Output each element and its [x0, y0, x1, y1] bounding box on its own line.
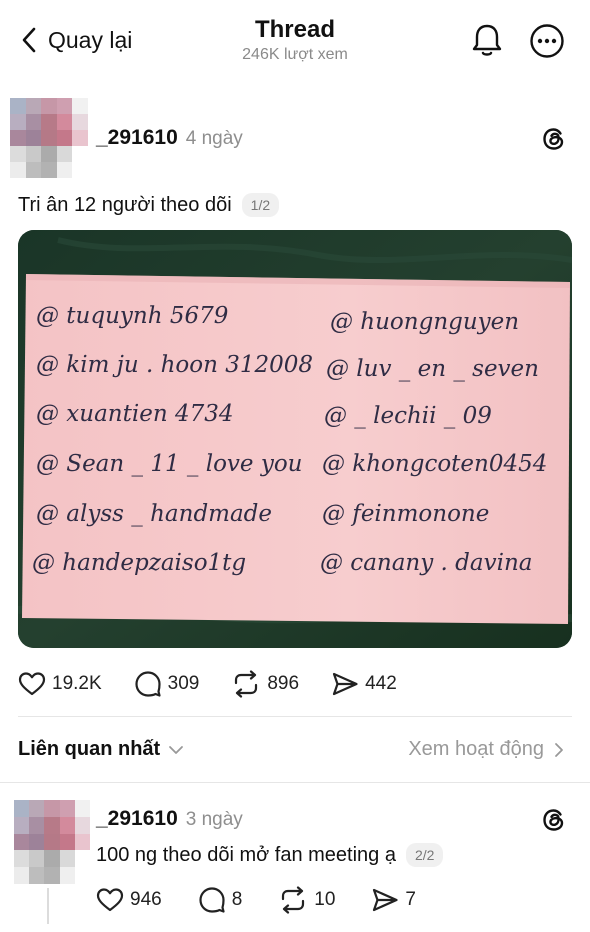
- share-icon: [373, 888, 399, 912]
- reply-body: 100 ng theo dõi mở fan meeting ạ 2/2: [96, 843, 444, 867]
- reply-repost-count: 10: [314, 889, 336, 910]
- heart-icon: [18, 672, 46, 696]
- reply-avatar[interactable]: [14, 800, 90, 884]
- sort-dropdown[interactable]: Liên quan nhất: [18, 738, 184, 761]
- reply-button[interactable]: 309: [134, 670, 200, 698]
- reply-share-count: 7: [405, 889, 416, 910]
- handwritten-note-photo: @ tuquynh 5679 @ kim ju . hoon 312008 @ …: [18, 230, 572, 648]
- comment-icon: [199, 887, 225, 913]
- thread-connector-line: [47, 888, 49, 924]
- reply-text: 100 ng theo dõi mở fan meeting ạ: [96, 843, 396, 866]
- reply-actions: 946 8 10 7: [96, 886, 416, 914]
- handwriting-right-5: @ feinmonone: [322, 501, 489, 527]
- repost-icon: [235, 670, 258, 698]
- handwriting-left-2: @ kim ju . hoon 312008: [36, 352, 313, 378]
- handwriting-left-4: @ Sean _ 11 _ love you: [36, 451, 303, 477]
- comment-icon: [135, 671, 161, 697]
- handwriting-right-1: @ huongnguyen: [330, 309, 519, 335]
- handwriting-left-3: @ xuantien 4734: [36, 401, 234, 427]
- divider: [0, 782, 590, 783]
- reply-page-badge: 2/2: [405, 843, 444, 867]
- bell-icon[interactable]: [470, 22, 504, 58]
- handwriting-right-6: @ canany . davina: [320, 550, 532, 576]
- post-actions: 19.2K 309 896 442: [18, 670, 397, 698]
- chevron-right-icon: [555, 742, 563, 757]
- reply-share-button[interactable]: 7: [371, 887, 416, 913]
- avatar[interactable]: [10, 98, 88, 178]
- sort-label: Liên quan nhất: [18, 738, 161, 760]
- like-count: 19.2K: [52, 673, 102, 694]
- timestamp: 4 ngày: [185, 128, 243, 149]
- top-bar: Quay lại Thread 246K lượt xem: [0, 0, 590, 80]
- handwriting-left-6: @ handepzaiso1tg: [32, 550, 246, 576]
- share-button[interactable]: 442: [331, 671, 397, 697]
- reply-header: _291610 3 ngày: [96, 807, 243, 831]
- view-activity-link[interactable]: Xem hoạt động: [408, 738, 564, 761]
- like-button[interactable]: 19.2K: [18, 671, 102, 697]
- reply-repost-button[interactable]: 10: [278, 886, 335, 914]
- share-count: 442: [365, 673, 397, 694]
- repost-button[interactable]: 896: [231, 670, 299, 698]
- heart-icon: [96, 888, 124, 912]
- handwriting-right-4: @ khongcoten0454: [322, 451, 547, 477]
- reply-count: 309: [167, 673, 200, 694]
- handwriting-left-5: @ alyss _ handmade: [36, 501, 272, 527]
- post-header: _291610 4 ngày: [96, 126, 243, 150]
- handwriting-right-2: @ luv _ en _ seven: [326, 356, 539, 382]
- activity-label: Xem hoạt động: [408, 738, 544, 760]
- reply-comment-count: 8: [231, 889, 243, 910]
- repost-icon: [282, 886, 305, 914]
- chevron-down-icon: [169, 745, 184, 754]
- reply-comment-button[interactable]: 8: [198, 886, 243, 914]
- handwriting-left-1: @ tuquynh 5679: [36, 303, 228, 329]
- page-badge: 1/2: [241, 193, 280, 217]
- post-body: Tri ân 12 người theo dõi 1/2: [18, 193, 280, 217]
- more-icon[interactable]: [529, 23, 565, 59]
- handwriting-right-3: @ _ lechii _ 09: [324, 403, 492, 429]
- reply-username[interactable]: _291610: [96, 807, 178, 831]
- threads-logo-icon[interactable]: [540, 125, 568, 153]
- post-image[interactable]: @ tuquynh 5679 @ kim ju . hoon 312008 @ …: [18, 230, 572, 648]
- post-text: Tri ân 12 người theo dõi: [18, 193, 232, 216]
- threads-logo-icon[interactable]: [540, 806, 568, 834]
- repost-count: 896: [267, 673, 300, 694]
- divider: [18, 716, 572, 717]
- share-icon: [332, 672, 358, 696]
- reply-like-button[interactable]: 946: [96, 887, 162, 913]
- reply-like-count: 946: [130, 889, 162, 910]
- reply-timestamp: 3 ngày: [185, 809, 243, 830]
- username[interactable]: _291610: [96, 126, 178, 150]
